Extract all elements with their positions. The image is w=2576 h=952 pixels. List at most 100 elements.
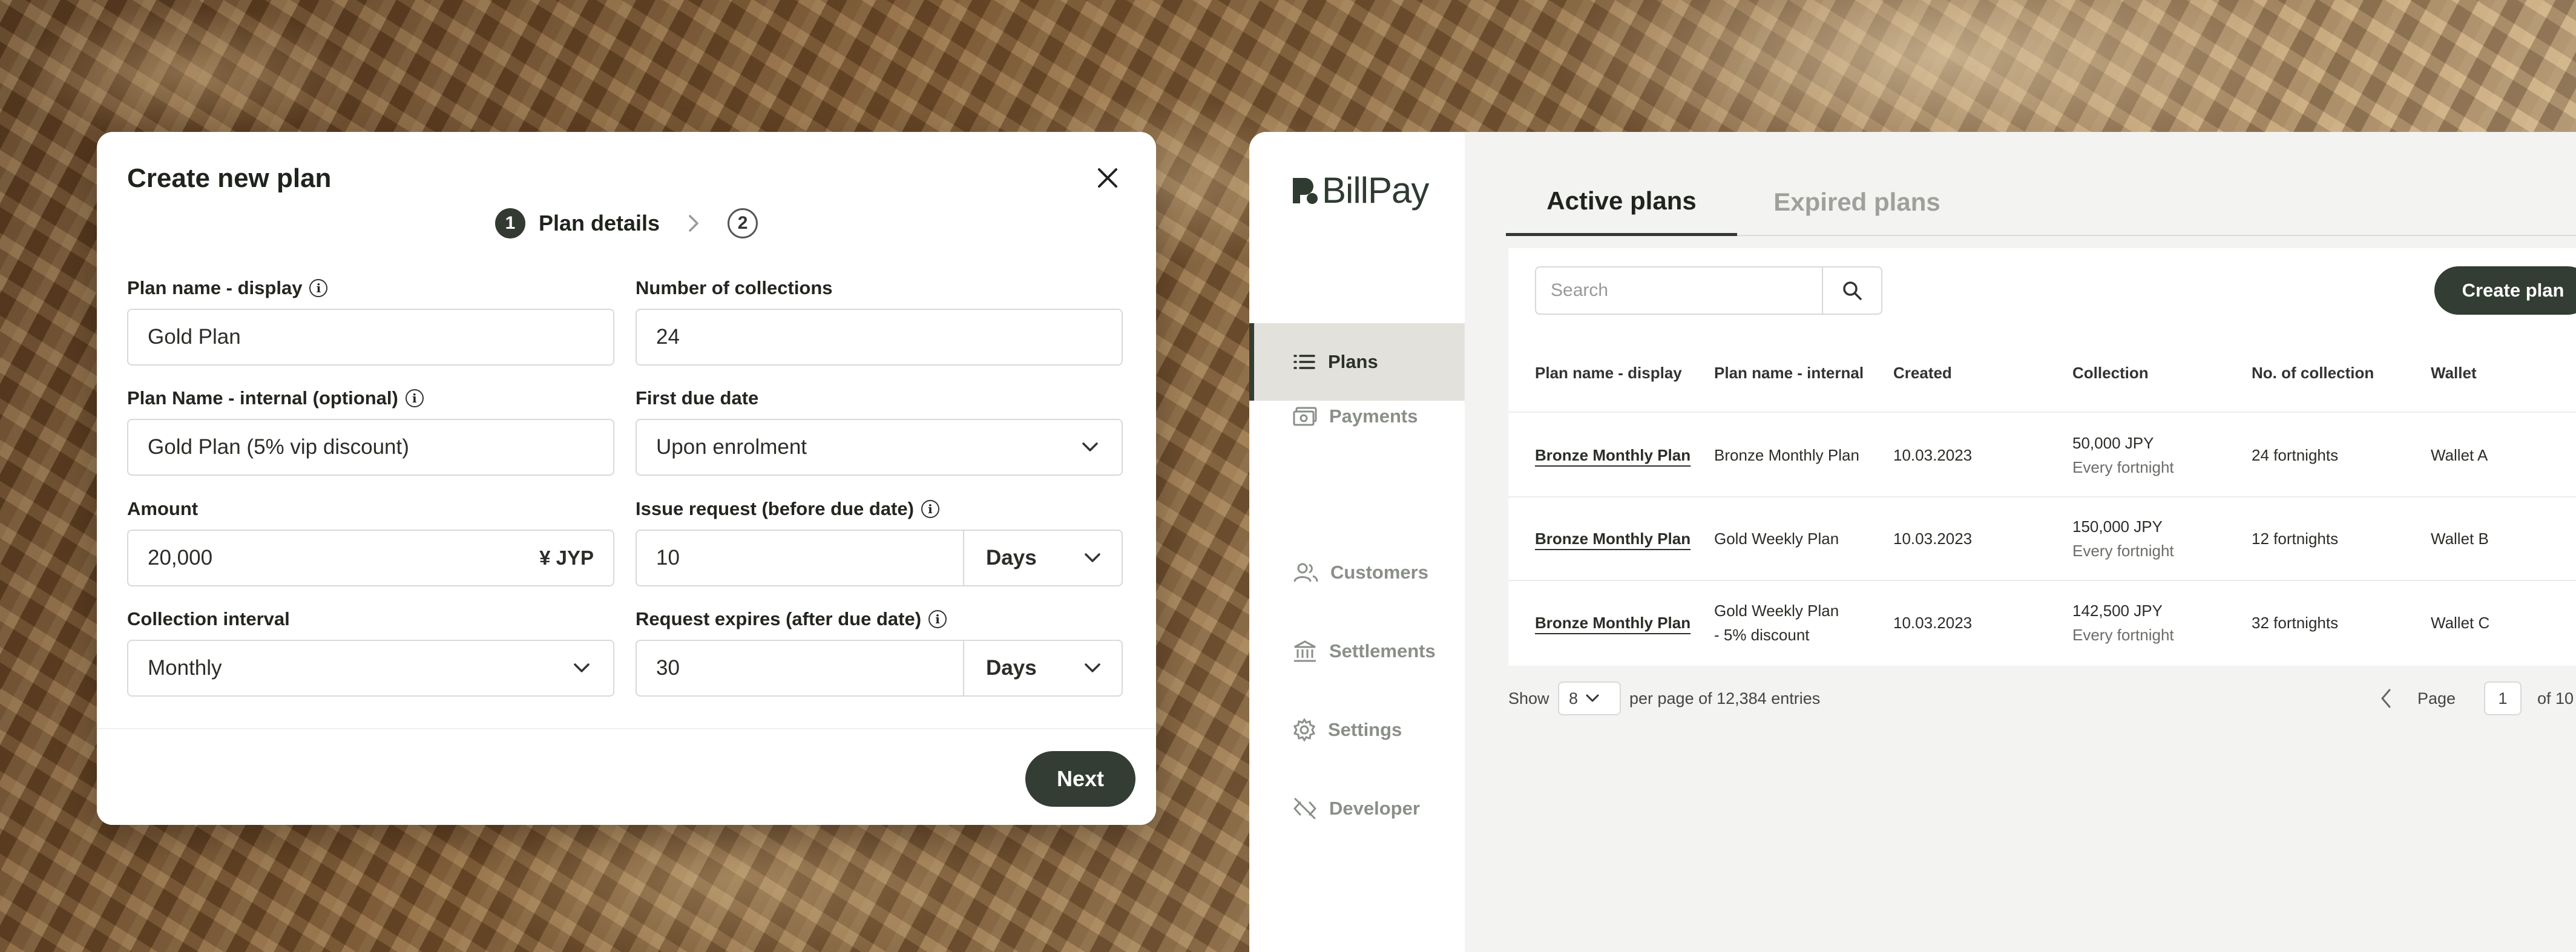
plan-display-link[interactable]: Bronze Monthly Plan [1535,497,1690,580]
sidebar-item-label: Settings [1328,719,1402,740]
issue-request-label: Issue request (before due date) [636,498,914,519]
column-header[interactable]: Plan name - display [1535,333,1682,413]
sidebar-item-label: Payments [1329,405,1418,427]
create-plan-button[interactable]: Create plan [2434,266,2576,315]
column-header[interactable]: No. of collection [2252,333,2374,413]
sidebar-item-customers[interactable]: Customers [1249,534,1465,611]
plan-name-internal-label: Plan Name - internal (optional) [127,387,398,409]
search-box [1535,266,1882,315]
table-row[interactable]: Bronze Monthly Plan Gold Weekly Plan 10.… [1508,497,2576,581]
sidebar-item-label: Settlements [1329,640,1436,661]
sidebar-item-settings[interactable]: Settings [1249,691,1465,769]
gear-icon [1293,718,1316,741]
request-expires-label: Request expires (after due date) [636,608,922,629]
amount-label: Amount [127,498,199,519]
request-expires-field: Request expires (after due date) i 30 Day… [636,607,1123,697]
number-of-collections-input[interactable]: 24 [636,309,1123,366]
close-icon [1098,168,1117,188]
step-1-indicator[interactable]: 1 [494,208,525,238]
banknote-icon [1293,407,1317,426]
sidebar-item-plans[interactable]: Plans [1249,323,1465,401]
sidebar-item-settlements[interactable]: Settlements [1249,612,1465,690]
first-due-date-field: First due date Upon enrolment [636,386,1123,476]
billpay-logo-icon [1293,177,1318,204]
chevron-down-icon [1080,546,1105,570]
column-header[interactable]: Plan name - internal [1714,333,1864,413]
sidebar-item-label: Plans [1328,351,1378,372]
issue-request-value: 10 [656,546,680,570]
sidebar-item-developer[interactable]: Developer [1249,770,1465,847]
column-header[interactable]: Created [1893,333,1952,413]
request-expires-input: 30 Days [636,640,1123,697]
created-cell: 10.03.2023 [1893,446,1973,464]
plan-name-internal-value: Gold Plan (5% vip discount) [148,435,409,459]
issue-request-unit: Days [986,546,1037,570]
wallet-cell: Wallet A [2431,446,2488,464]
next-button[interactable]: Next [1025,751,1135,807]
collection-cell: 50,000 JPY Every fortnight [2072,434,2174,476]
plan-name-display-field: Plan name - display i Gold Plan [127,276,614,366]
info-icon[interactable]: i [405,389,424,407]
per-page-select[interactable]: 8 [1558,681,1621,715]
chevron-down-icon [1078,435,1102,459]
search-button[interactable] [1822,268,1881,314]
column-header[interactable]: Collection [2072,333,2149,413]
column-header[interactable]: Wallet [2431,333,2477,413]
request-expires-value: 30 [656,656,680,680]
created-cell: 10.03.2023 [1893,530,1973,548]
close-button[interactable] [1091,161,1125,195]
plan-display-link[interactable]: Bronze Monthly Plan [1535,581,1690,665]
modal-footer: Next [97,728,1156,825]
prev-page-button[interactable] [2380,679,2392,718]
collection-cell: 150,000 JPY Every fortnight [2072,517,2174,560]
amount-field: Amount 20,000 ¥ JYP [127,497,614,586]
plan-tabs: Active plans Expired plans [1506,168,2576,236]
stepper: 1 Plan details 2 [97,208,1156,238]
info-icon[interactable]: i [928,610,947,628]
issue-request-input: 10 Days [636,530,1123,586]
billpay-app: BillPay Payments Plans Customers Settlem… [1249,132,2576,952]
page-number-input[interactable]: 1 [2484,681,2522,715]
create-plan-modal: Create new plan 1 Plan details 2 Plan na… [97,132,1156,825]
request-expires-days-input[interactable]: 30 [637,641,964,695]
plan-display-link[interactable]: Bronze Monthly Plan [1535,414,1690,496]
list-icon [1293,355,1315,369]
plans-table-card: Create plan Plan name - display Plan nam… [1508,248,2576,666]
total-pages-label: of 10 [2537,689,2574,707]
info-icon[interactable]: i [309,279,328,297]
table-row[interactable]: Bronze Monthly Plan Gold Weekly Plan - 5%… [1508,581,2576,665]
plan-internal-cell: Bronze Monthly Plan [1714,446,1859,464]
per-page-value: 8 [1569,689,1579,707]
wallet-cell: Wallet B [2431,530,2489,548]
tab-expired-plans[interactable]: Expired plans [1760,168,1954,236]
search-input[interactable] [1536,268,1822,314]
collection-interval-select[interactable]: Monthly [127,640,614,697]
issue-request-days-input[interactable]: 10 [637,531,964,585]
plan-name-display-input[interactable]: Gold Plan [127,309,614,366]
currency-suffix: ¥ JYP [539,547,594,569]
show-label: Show [1508,689,1549,707]
issue-request-unit-select[interactable]: Days [964,531,1122,585]
number-of-collections-value: 24 [656,325,680,349]
collection-count-cell: 12 fortnights [2252,530,2339,548]
step-2-indicator[interactable]: 2 [728,208,758,238]
per-page-suffix: per page of 12,384 entries [1629,689,1821,707]
tab-active-plans[interactable]: Active plans [1506,168,1737,236]
sidebar-item-label: Customers [1330,562,1428,583]
collection-cell: 142,500 JPY Every fortnight [2072,602,2174,644]
request-expires-unit-select[interactable]: Days [964,641,1122,695]
table-header: Plan name - display Plan name - internal… [1508,333,2576,413]
collection-count-cell: 24 fortnights [2252,446,2339,464]
plan-internal-cell: Gold Weekly Plan [1714,530,1839,548]
pagination: Show 8 per page of 12,384 entries Page 1… [1508,679,2576,718]
amount-input[interactable]: 20,000 ¥ JYP [127,530,614,586]
plan-name-display-value: Gold Plan [148,325,241,349]
first-due-date-select[interactable]: Upon enrolment [636,419,1123,476]
chevron-left-icon [2381,689,2391,708]
info-icon[interactable]: i [921,500,939,518]
plan-name-internal-input[interactable]: Gold Plan (5% vip discount) [127,419,614,476]
search-icon [1843,281,1862,300]
table-row[interactable]: Bronze Monthly Plan Bronze Monthly Plan … [1508,414,2576,497]
plan-name-internal-field: Plan Name - internal (optional) i Gold Pl… [127,386,614,476]
collection-count-cell: 32 fortnights [2252,614,2339,632]
